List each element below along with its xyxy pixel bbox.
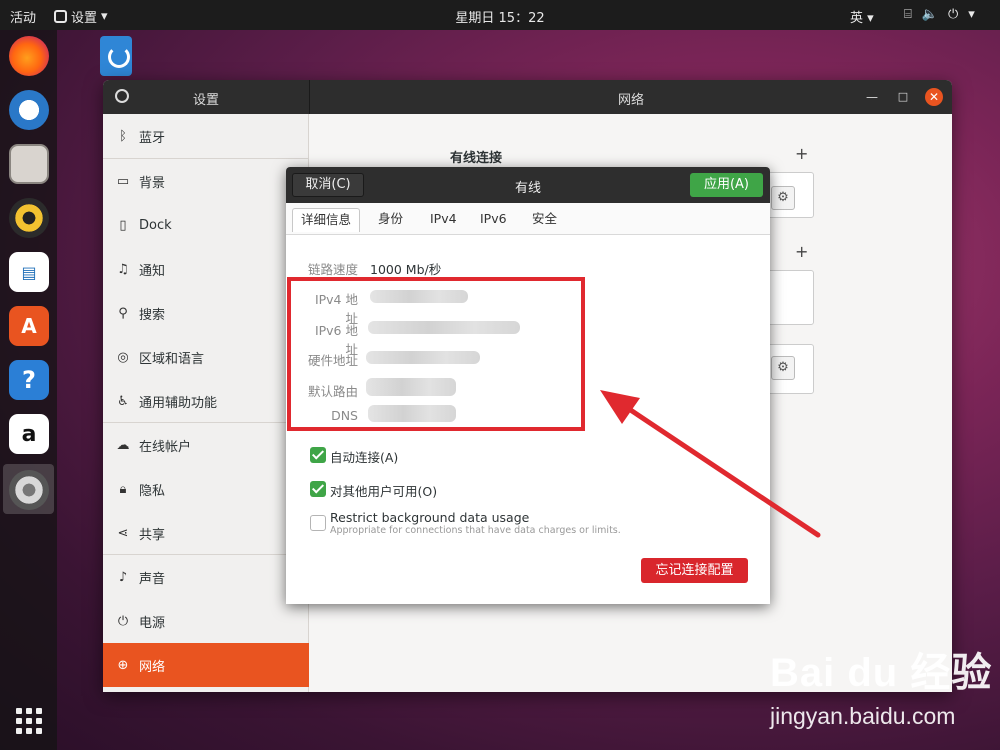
link-speed-value: 1000 Mb/秒 [370,262,442,277]
sidebar-item-background[interactable]: ▭ 背景 [103,159,309,203]
bell-icon: ♫ [117,261,129,277]
tab-ipv4[interactable]: IPv4 [422,208,465,232]
help-icon[interactable]: ? [9,360,49,400]
network-icon: ⌸ [904,7,912,22]
sidebar-item-label: 在线帐户 [139,439,192,455]
sidebar-item-privacy[interactable]: 🔒︎ 隐私 [103,467,309,511]
sidebar-item-label: 通用辅助功能 [139,395,218,411]
all-users-checkbox[interactable] [310,481,326,497]
sidebar-item-label: 背景 [139,175,166,191]
sidebar-item-label: Dock [139,217,172,233]
cloud-icon: ☁ [116,437,130,453]
watermark-logo: Bai du 经验 [770,651,993,695]
restrict-data-description: Appropriate for connections that have da… [330,525,621,536]
software-center-icon[interactable]: A [9,306,49,346]
gear-icon[interactable]: ⚙ [771,356,795,380]
sidebar-item-online-accounts[interactable]: ☁ 在线帐户 [103,423,309,467]
annotation-highlight-box [287,277,585,431]
cancel-button[interactable]: 取消(C) [292,173,364,197]
sidebar-item-search[interactable]: ⚲ 搜索 [103,291,309,335]
tab-details[interactable]: 详细信息 [292,208,361,232]
search-icon: ⚲ [118,305,128,321]
lock-icon: 🔒︎ [119,481,127,497]
thunderbird-icon[interactable] [9,90,49,130]
tab-security[interactable]: 安全 [524,208,565,232]
libreoffice-writer-icon[interactable]: ▤ [9,252,49,292]
wired-section-heading: 有线连接 [450,151,503,166]
maximize-icon[interactable]: □ [896,90,910,104]
share-icon: ⋖ [117,525,129,541]
sidebar-item-accessibility[interactable]: ♿ 通用辅助功能 [103,379,309,423]
sidebar-item-label: 电源 [139,615,166,631]
top-bar: 活动 设置 ▾ 星期日 15：22 英 ▾ ⌸ 🔈 ⏻ ▾ [0,0,1000,30]
sidebar-item-label: 隐私 [139,483,166,499]
sidebar-item-label: 声音 [139,571,166,587]
sidebar-item-notifications[interactable]: ♫ 通知 [103,247,309,291]
bluetooth-icon: ᛒ [119,128,127,144]
dock-icon: ▯ [119,217,127,233]
rhythmbox-icon[interactable] [9,198,49,238]
sidebar-item-label: 网络 [139,659,166,675]
add-wired-button[interactable]: + [795,144,808,163]
tab-identity[interactable]: 身份 [370,208,411,232]
sidebar-item-dock[interactable]: ▯ Dock [103,203,309,247]
dialog-tabs: 详细信息 身份 IPv4 IPv6 安全 [286,203,770,235]
settings-icon[interactable] [9,470,49,510]
close-icon[interactable]: ✕ [925,88,943,106]
sidebar-item-label: 搜索 [139,307,166,323]
accessibility-icon: ♿ [117,393,129,409]
sidebar-item-bluetooth[interactable]: ᛒ 蓝牙 [103,114,309,158]
gear-icon[interactable]: ⚙ [771,186,795,210]
trash-icon[interactable] [100,36,132,76]
tab-ipv6[interactable]: IPv6 [472,208,515,232]
sidebar-item-label: 蓝牙 [139,130,166,146]
add-vpn-button[interactable]: + [795,242,808,261]
auto-connect-label[interactable]: 自动连接(A) [330,447,398,466]
restrict-data-checkbox[interactable] [310,515,326,531]
sidebar-item-region[interactable]: ◎ 区域和语言 [103,335,309,379]
sidebar-item-sound[interactable]: ♪ 声音 [103,555,309,599]
sidebar-item-power[interactable]: ⏻ 电源 [103,599,309,643]
input-method-menu[interactable]: 英 ▾ [850,7,874,26]
volume-icon: 🔈 [921,7,938,22]
forget-connection-button[interactable]: 忘记连接配置 [641,558,748,583]
dialog-header: 取消(C) 有线 应用(A) [286,167,770,203]
all-users-label[interactable]: 对其他用户可用(O) [330,481,437,500]
input-method-label: 英 [850,11,864,26]
watermark-url: jingyan.baidu.com [770,703,956,729]
minimize-icon[interactable]: — [865,90,879,104]
amazon-icon[interactable]: a [9,414,49,454]
page-title: 网络 [617,93,644,108]
clock[interactable]: 星期日 15：22 [455,11,544,26]
restrict-data-label[interactable]: Restrict background data usage [330,510,529,525]
system-tray[interactable]: ⌸ 🔈 ⏻ ▾ [904,7,975,22]
apply-button[interactable]: 应用(A) [690,173,763,197]
sidebar-item-label: 通知 [139,263,166,279]
sidebar-title: 设置 [192,93,219,108]
sidebar-item-sharing[interactable]: ⋖ 共享 [103,511,309,555]
music-icon: ♪ [118,569,128,585]
dock: ▤ A ? a [0,30,57,750]
monitor-icon: ▭ [116,173,130,189]
globe-icon: ◎ [117,349,129,365]
network-icon: ⊕ [117,657,129,673]
files-icon[interactable] [9,144,49,184]
power-icon: ⏻ [117,613,129,629]
sidebar: ᛒ 蓝牙 ▭ 背景 ▯ Dock ♫ 通知 ⚲ 搜索 ◎ 区域和语言 ♿ 通用辅助功能 ☁ 在线… [103,114,309,692]
chevron-down-icon: ▾ [968,7,975,22]
show-applications-icon[interactable] [16,708,42,734]
window-header: 设置 网络 — □ ✕ [103,80,952,114]
sidebar-item-label: 区域和语言 [139,351,205,367]
firefox-icon[interactable] [9,36,49,76]
sidebar-item-network[interactable]: ⊕ 网络 [103,643,309,687]
auto-connect-checkbox[interactable] [310,447,326,463]
link-speed-label: 链路速度 [308,262,359,277]
power-icon: ⏻ [948,7,959,22]
sidebar-item-label: 共享 [139,527,166,543]
